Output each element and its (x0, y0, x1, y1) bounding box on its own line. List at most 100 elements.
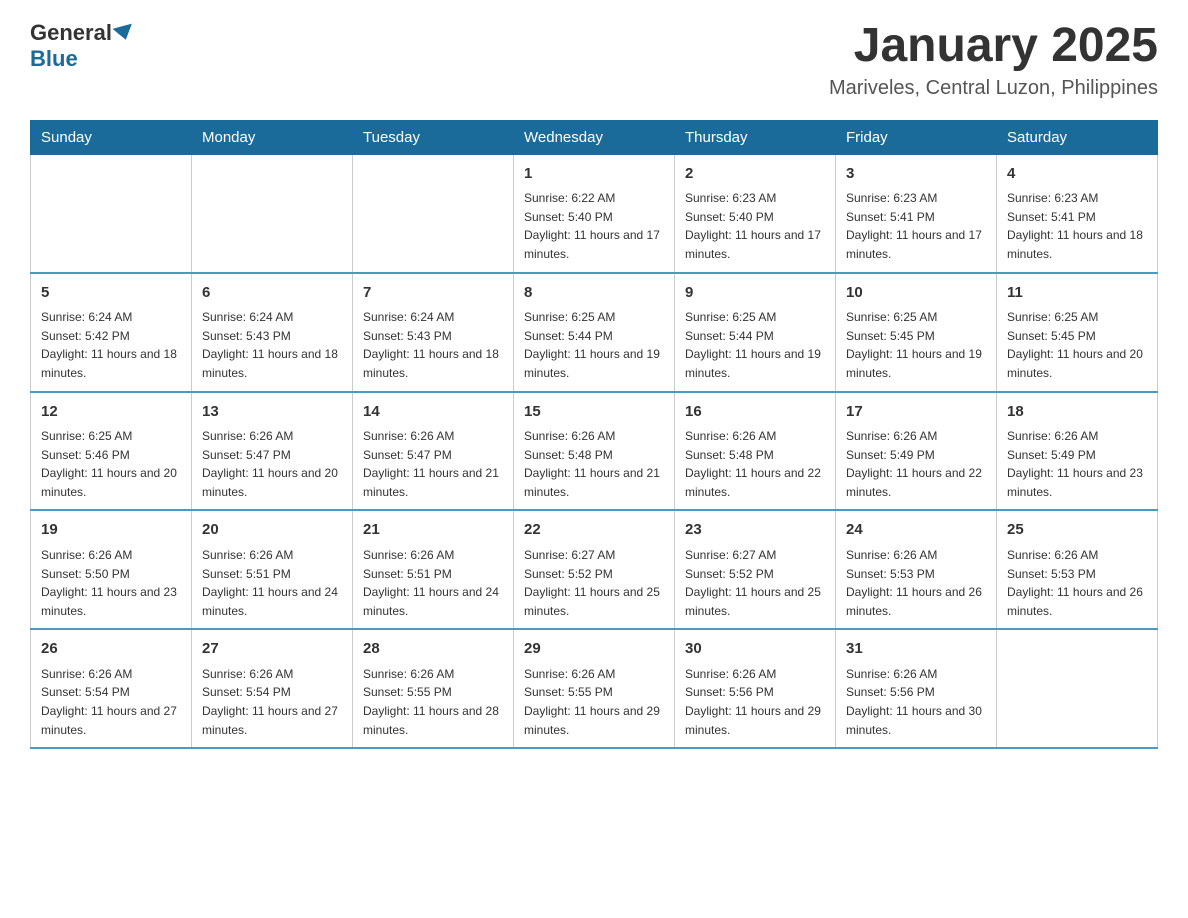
day-number: 25 (1007, 519, 1147, 542)
day-number: 11 (1007, 282, 1147, 305)
day-of-week-header: Wednesday (514, 120, 675, 154)
calendar-day-cell: 19 Sunrise: 6:26 AMSunset: 5:50 PMDayligh… (31, 510, 192, 629)
calendar-day-cell: 22 Sunrise: 6:27 AMSunset: 5:52 PMDayligh… (514, 510, 675, 629)
day-number: 24 (846, 519, 986, 542)
day-info: Sunrise: 6:26 AMSunset: 5:53 PMDaylight:… (846, 546, 986, 620)
day-number: 8 (524, 282, 664, 305)
day-info: Sunrise: 6:26 AMSunset: 5:48 PMDaylight:… (524, 427, 664, 501)
day-of-week-header: Monday (192, 120, 353, 154)
calendar-day-cell: 28 Sunrise: 6:26 AMSunset: 5:55 PMDayligh… (353, 629, 514, 748)
day-info: Sunrise: 6:26 AMSunset: 5:53 PMDaylight:… (1007, 546, 1147, 620)
logo-arrow-icon (112, 24, 135, 43)
day-number: 4 (1007, 163, 1147, 186)
calendar-week-row: 19 Sunrise: 6:26 AMSunset: 5:50 PMDayligh… (31, 510, 1158, 629)
calendar-day-cell: 12 Sunrise: 6:25 AMSunset: 5:46 PMDayligh… (31, 392, 192, 511)
day-number: 31 (846, 638, 986, 661)
day-of-week-header: Thursday (675, 120, 836, 154)
day-number: 29 (524, 638, 664, 661)
calendar-day-cell: 5 Sunrise: 6:24 AMSunset: 5:42 PMDaylight… (31, 273, 192, 392)
day-number: 28 (363, 638, 503, 661)
day-number: 16 (685, 401, 825, 424)
calendar-day-cell: 21 Sunrise: 6:26 AMSunset: 5:51 PMDayligh… (353, 510, 514, 629)
calendar-day-cell: 27Sunrise: 6:26 AMSunset: 5:54 PMDayligh… (192, 629, 353, 748)
day-number: 2 (685, 163, 825, 186)
day-info: Sunrise: 6:26 AMSunset: 5:48 PMDaylight:… (685, 427, 825, 501)
day-number: 12 (41, 401, 181, 424)
day-info: Sunrise: 6:25 AMSunset: 5:46 PMDaylight:… (41, 427, 181, 501)
day-info: Sunrise: 6:26 AMSunset: 5:50 PMDaylight:… (41, 546, 181, 620)
day-info: Sunrise: 6:26 AMSunset: 5:47 PMDaylight:… (363, 427, 503, 501)
day-info: Sunrise: 6:23 AMSunset: 5:41 PMDaylight:… (1007, 189, 1147, 263)
day-of-week-header: Tuesday (353, 120, 514, 154)
day-number: 26 (41, 638, 181, 661)
calendar-table: SundayMondayTuesdayWednesdayThursdayFrid… (30, 120, 1158, 749)
calendar-day-cell: 25 Sunrise: 6:26 AMSunset: 5:53 PMDayligh… (997, 510, 1158, 629)
day-number: 5 (41, 282, 181, 305)
day-number: 22 (524, 519, 664, 542)
day-number: 14 (363, 401, 503, 424)
calendar-day-cell: 4 Sunrise: 6:23 AMSunset: 5:41 PMDaylight… (997, 154, 1158, 272)
day-info: Sunrise: 6:24 AMSunset: 5:43 PMDaylight:… (202, 308, 342, 382)
logo-blue-text: Blue (30, 46, 78, 72)
day-number: 18 (1007, 401, 1147, 424)
day-number: 30 (685, 638, 825, 661)
day-info: Sunrise: 6:23 AMSunset: 5:41 PMDaylight:… (846, 189, 986, 263)
calendar-day-cell: 26 Sunrise: 6:26 AMSunset: 5:54 PMDayligh… (31, 629, 192, 748)
logo: General Blue (30, 20, 136, 72)
day-info: Sunrise: 6:26 AMSunset: 5:49 PMDaylight:… (846, 427, 986, 501)
calendar-week-row: 26 Sunrise: 6:26 AMSunset: 5:54 PMDayligh… (31, 629, 1158, 748)
calendar-day-cell: 14 Sunrise: 6:26 AMSunset: 5:47 PMDayligh… (353, 392, 514, 511)
day-info: Sunrise: 6:26 AMSunset: 5:54 PMDaylight:… (41, 665, 181, 739)
day-info: Sunrise: 6:26 AMSunset: 5:56 PMDaylight:… (685, 665, 825, 739)
day-number: 1 (524, 163, 664, 186)
day-info: Sunrise: 6:25 AMSunset: 5:44 PMDaylight:… (685, 308, 825, 382)
day-number: 13 (202, 401, 342, 424)
day-number: 21 (363, 519, 503, 542)
calendar-day-cell: 29 Sunrise: 6:26 AMSunset: 5:55 PMDayligh… (514, 629, 675, 748)
calendar-day-cell: 18 Sunrise: 6:26 AMSunset: 5:49 PMDayligh… (997, 392, 1158, 511)
day-number: 9 (685, 282, 825, 305)
day-info: Sunrise: 6:24 AMSunset: 5:43 PMDaylight:… (363, 308, 503, 382)
calendar-day-cell: 8 Sunrise: 6:25 AMSunset: 5:44 PMDaylight… (514, 273, 675, 392)
day-info: Sunrise: 6:26 AMSunset: 5:49 PMDaylight:… (1007, 427, 1147, 501)
calendar-day-cell (31, 154, 192, 272)
calendar-day-cell (353, 154, 514, 272)
day-number: 7 (363, 282, 503, 305)
day-info: Sunrise: 6:26 AMSunset: 5:51 PMDaylight:… (363, 546, 503, 620)
calendar-week-row: 1Sunrise: 6:22 AMSunset: 5:40 PMDaylight… (31, 154, 1158, 272)
calendar-day-cell (997, 629, 1158, 748)
calendar-day-cell: 24 Sunrise: 6:26 AMSunset: 5:53 PMDayligh… (836, 510, 997, 629)
calendar-day-cell: 9 Sunrise: 6:25 AMSunset: 5:44 PMDaylight… (675, 273, 836, 392)
day-of-week-header: Saturday (997, 120, 1158, 154)
calendar-day-cell: 13Sunrise: 6:26 AMSunset: 5:47 PMDayligh… (192, 392, 353, 511)
day-of-week-header: Friday (836, 120, 997, 154)
calendar-week-row: 12 Sunrise: 6:25 AMSunset: 5:46 PMDayligh… (31, 392, 1158, 511)
day-info: Sunrise: 6:27 AMSunset: 5:52 PMDaylight:… (524, 546, 664, 620)
calendar-day-cell: 1Sunrise: 6:22 AMSunset: 5:40 PMDaylight… (514, 154, 675, 272)
calendar-day-cell: 7 Sunrise: 6:24 AMSunset: 5:43 PMDaylight… (353, 273, 514, 392)
day-info: Sunrise: 6:24 AMSunset: 5:42 PMDaylight:… (41, 308, 181, 382)
day-info: Sunrise: 6:25 AMSunset: 5:44 PMDaylight:… (524, 308, 664, 382)
day-info: Sunrise: 6:26 AMSunset: 5:56 PMDaylight:… (846, 665, 986, 739)
calendar-day-cell: 17 Sunrise: 6:26 AMSunset: 5:49 PMDayligh… (836, 392, 997, 511)
day-number: 19 (41, 519, 181, 542)
calendar-day-cell: 11Sunrise: 6:25 AMSunset: 5:45 PMDayligh… (997, 273, 1158, 392)
day-number: 23 (685, 519, 825, 542)
calendar-day-cell (192, 154, 353, 272)
day-number: 3 (846, 163, 986, 186)
calendar-day-cell: 15Sunrise: 6:26 AMSunset: 5:48 PMDayligh… (514, 392, 675, 511)
calendar-day-cell: 10Sunrise: 6:25 AMSunset: 5:45 PMDayligh… (836, 273, 997, 392)
day-number: 17 (846, 401, 986, 424)
title-area: January 2025 Mariveles, Central Luzon, P… (829, 20, 1158, 100)
day-number: 27 (202, 638, 342, 661)
calendar-day-cell: 30 Sunrise: 6:26 AMSunset: 5:56 PMDayligh… (675, 629, 836, 748)
calendar-day-cell: 23 Sunrise: 6:27 AMSunset: 5:52 PMDayligh… (675, 510, 836, 629)
day-of-week-header: Sunday (31, 120, 192, 154)
day-info: Sunrise: 6:25 AMSunset: 5:45 PMDaylight:… (846, 308, 986, 382)
day-info: Sunrise: 6:27 AMSunset: 5:52 PMDaylight:… (685, 546, 825, 620)
calendar-day-cell: 31 Sunrise: 6:26 AMSunset: 5:56 PMDayligh… (836, 629, 997, 748)
day-number: 6 (202, 282, 342, 305)
day-info: Sunrise: 6:26 AMSunset: 5:55 PMDaylight:… (363, 665, 503, 739)
day-info: Sunrise: 6:26 AMSunset: 5:55 PMDaylight:… (524, 665, 664, 739)
location-text: Mariveles, Central Luzon, Philippines (829, 77, 1158, 100)
